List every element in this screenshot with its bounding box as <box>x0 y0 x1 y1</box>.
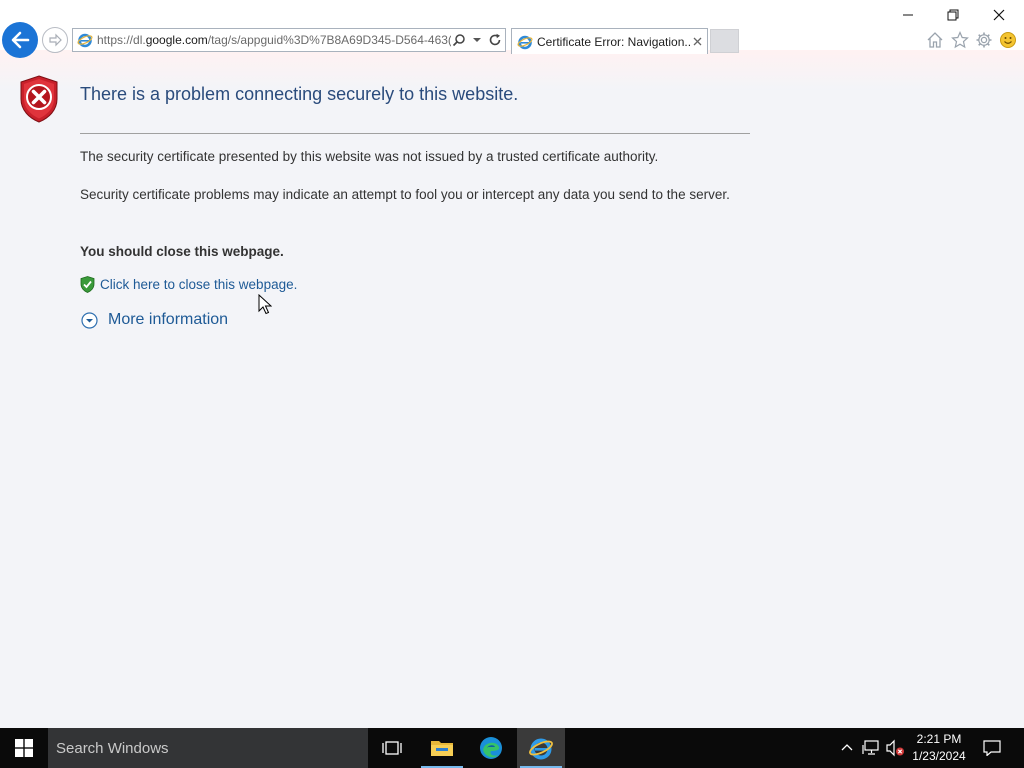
tab-close-button[interactable] <box>690 35 704 49</box>
taskbar-edge[interactable] <box>467 728 515 768</box>
close-icon <box>993 9 1005 21</box>
security-warning-text: Security certificate problems may indica… <box>80 187 730 202</box>
settings-button[interactable] <box>973 29 995 51</box>
star-icon <box>951 31 969 49</box>
taskbar-search-placeholder: Search Windows <box>56 739 169 757</box>
forward-button[interactable] <box>42 27 68 53</box>
ie-icon <box>529 738 553 760</box>
start-button[interactable] <box>0 728 48 768</box>
search-button[interactable] <box>451 30 467 50</box>
clock-date: 1/23/2024 <box>912 749 966 763</box>
show-hidden-icons-button[interactable] <box>837 738 857 758</box>
speaker-muted-icon <box>886 739 904 757</box>
address-dropdown-button[interactable] <box>469 30 485 50</box>
windows-logo-icon <box>15 739 33 757</box>
divider <box>80 133 750 134</box>
tab-title: Certificate Error: Navigation... <box>537 34 690 49</box>
task-view-icon <box>382 741 402 755</box>
network-icon <box>862 740 879 755</box>
close-webpage-label[interactable]: Click here to close this webpage. <box>100 277 297 292</box>
search-icon <box>452 34 465 47</box>
edge-icon <box>480 737 502 759</box>
chevron-down-icon <box>473 38 481 42</box>
home-button[interactable] <box>924 29 946 51</box>
home-icon <box>927 32 943 48</box>
action-center-button[interactable] <box>980 736 1004 760</box>
taskbar-file-explorer[interactable] <box>418 728 466 768</box>
refresh-button[interactable] <box>487 30 503 50</box>
page-title: There is a problem connecting securely t… <box>80 84 519 104</box>
ie-favicon-icon <box>517 35 533 49</box>
taskbar: Search Windows 2:21 PM 1/23/2024 <box>0 728 1024 768</box>
notification-icon <box>983 740 1001 756</box>
close-window-button[interactable] <box>977 2 1021 28</box>
expand-circle-icon <box>81 311 98 329</box>
system-clock[interactable]: 2:21 PM 1/23/2024 <box>908 731 970 765</box>
refresh-icon <box>489 33 501 46</box>
mouse-cursor-icon <box>258 294 272 315</box>
clock-time: 2:21 PM <box>916 732 962 746</box>
green-shield-icon <box>80 276 95 293</box>
favorites-button[interactable] <box>949 29 971 51</box>
minimize-icon <box>903 14 913 16</box>
folder-icon <box>431 741 453 756</box>
gear-icon <box>976 32 992 48</box>
tab-certificate-error[interactable]: Certificate Error: Navigation... <box>511 28 708 54</box>
new-tab-button[interactable] <box>710 29 739 53</box>
more-information-label[interactable]: More information <box>108 311 228 329</box>
ie-favicon-icon <box>77 33 93 48</box>
error-shield-icon <box>20 75 58 123</box>
taskbar-internet-explorer[interactable] <box>517 728 565 768</box>
forward-arrow-icon <box>49 33 62 47</box>
task-view-button[interactable] <box>368 728 416 768</box>
recommendation-text: You should close this webpage. <box>80 244 284 259</box>
back-arrow-icon <box>11 31 30 49</box>
close-webpage-link[interactable]: Click here to close this webpage. <box>80 276 297 293</box>
address-bar[interactable]: https://dl.google.com/tag/s/appguid%3D%7… <box>72 28 506 52</box>
address-url[interactable]: https://dl.google.com/tag/s/appguid%3D%7… <box>97 33 451 47</box>
close-icon <box>693 37 701 46</box>
volume-tray-button[interactable] <box>885 738 905 758</box>
feedback-button[interactable] <box>997 29 1019 51</box>
certificate-issue-text: The security certificate presented by th… <box>80 149 659 164</box>
minimize-button[interactable] <box>886 2 930 28</box>
network-tray-button[interactable] <box>861 738 881 758</box>
restore-icon <box>947 9 959 21</box>
chevron-up-icon <box>841 744 853 751</box>
smiley-icon <box>1000 32 1016 48</box>
restore-button[interactable] <box>931 2 975 28</box>
taskbar-search-box[interactable]: Search Windows <box>48 728 368 768</box>
back-button[interactable] <box>2 22 38 58</box>
more-information-toggle[interactable]: More information <box>81 311 228 329</box>
